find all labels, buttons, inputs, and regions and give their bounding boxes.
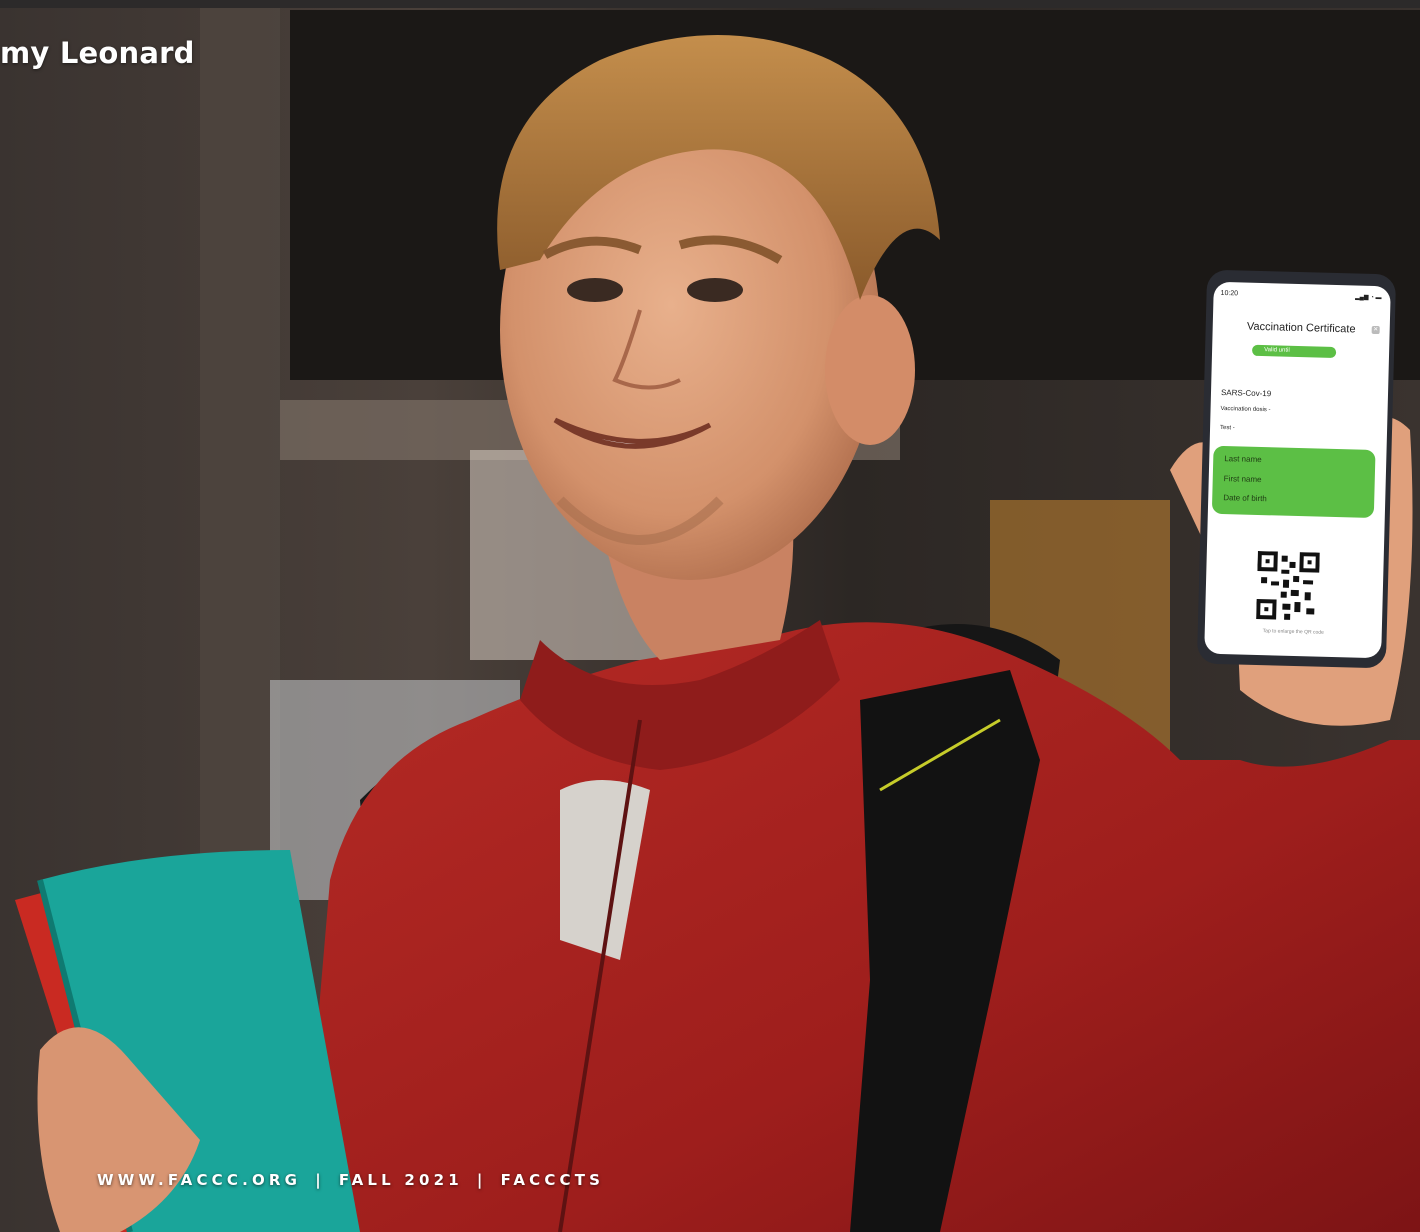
footer-separator: | [476, 1171, 487, 1189]
left-eye [567, 278, 623, 302]
test-label: Test - [1219, 424, 1235, 432]
virus-label: SARS-Cov-19 [1220, 387, 1272, 399]
footer-issue: FALL 2021 [338, 1171, 463, 1189]
dob-label: Date of birth [1223, 493, 1267, 504]
qr-code-icon[interactable] [1256, 550, 1320, 623]
ear [825, 295, 915, 445]
footer-publication: FACCCTS [500, 1171, 605, 1189]
top-bar [0, 0, 1420, 8]
right-eye [687, 278, 743, 302]
page-footer: WWW.FACCC.ORG | FALL 2021 | FACCCTS [97, 1171, 604, 1189]
last-name-label: Last name [1224, 454, 1262, 465]
signal-icon: ▂▄▆ ◔ ▬ [1355, 294, 1382, 302]
certificate-title: Vaccination Certificate [1246, 320, 1356, 336]
vaccination-label: Vaccination dosis - [1220, 405, 1271, 414]
personal-info-box: Last name First name Date of birth [1211, 445, 1376, 519]
qr-hint: Tap to enlarge the QR code [1262, 628, 1324, 636]
footer-separator: | [315, 1171, 325, 1189]
phone-time: 10:20 [1220, 289, 1239, 298]
phone-screen: 10:20 ▂▄▆ ◔ ▬ Vaccination Certificate ✕ … [1204, 281, 1391, 659]
author-byline: my Leonard [0, 36, 195, 70]
first-name-label: First name [1223, 474, 1262, 485]
close-icon[interactable]: ✕ [1371, 325, 1380, 335]
footer-site: WWW.FACCC.ORG [97, 1171, 302, 1189]
valid-until-badge: Valid until [1251, 344, 1337, 358]
